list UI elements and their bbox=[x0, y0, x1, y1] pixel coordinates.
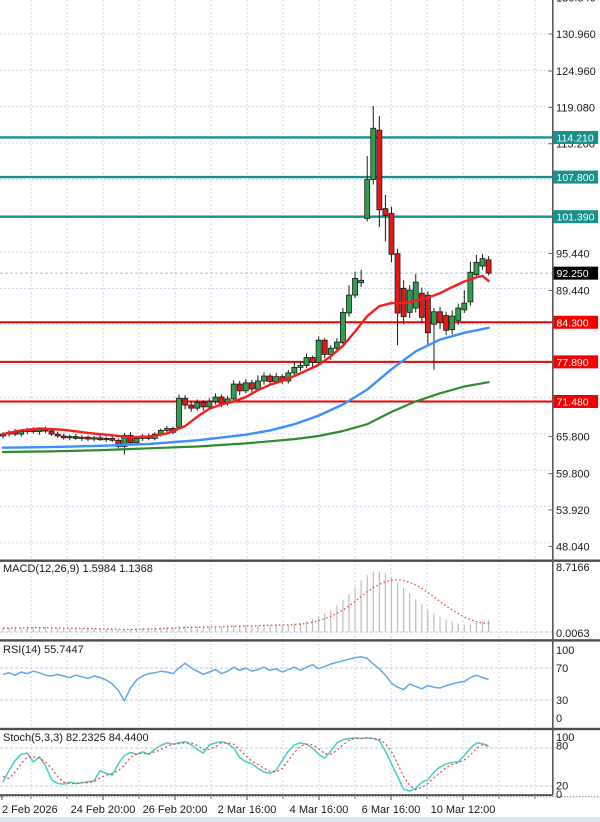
subpanel-scale-labels: 8.71660.00631007030010080200 bbox=[556, 562, 590, 801]
svg-text:0.0063: 0.0063 bbox=[556, 628, 590, 640]
svg-text:24 Feb 20:00: 24 Feb 20:00 bbox=[71, 804, 136, 816]
price-badges: 114.210 107.800 101.390 84.300 77.890 71.480 9… bbox=[554, 131, 599, 409]
time-axis-labels: 2 Feb 2026 24 Feb 20:00 26 Feb 20:00 2 Mar … bbox=[2, 795, 535, 816]
svg-text:0: 0 bbox=[556, 789, 562, 801]
svg-text:124.960: 124.960 bbox=[556, 66, 596, 78]
svg-text:4 Mar 16:00: 4 Mar 16:00 bbox=[290, 804, 349, 816]
svg-text:107.800: 107.800 bbox=[557, 172, 595, 184]
svg-text:101.390: 101.390 bbox=[557, 212, 595, 224]
svg-text:92.250: 92.250 bbox=[557, 268, 589, 280]
rsi-line bbox=[3, 657, 489, 701]
svg-text:26 Feb 20:00: 26 Feb 20:00 bbox=[143, 804, 208, 816]
svg-text:2 Mar 16:00: 2 Mar 16:00 bbox=[218, 804, 277, 816]
grid-layer bbox=[0, 0, 552, 795]
svg-text:95.440: 95.440 bbox=[556, 248, 590, 260]
svg-text:30: 30 bbox=[556, 695, 568, 707]
svg-text:114.210: 114.210 bbox=[557, 132, 594, 144]
svg-text:0: 0 bbox=[556, 713, 562, 725]
ma-fast-red-line bbox=[3, 276, 489, 437]
svg-text:71.480: 71.480 bbox=[557, 396, 589, 408]
svg-text:80: 80 bbox=[556, 741, 568, 753]
svg-text:70: 70 bbox=[556, 663, 568, 675]
svg-text:59.800: 59.800 bbox=[556, 469, 590, 481]
svg-text:84.300: 84.300 bbox=[557, 317, 589, 329]
trading-chart-window: 136.840130.960124.960119.080113.20095.44… bbox=[0, 0, 600, 822]
stoch-k-line bbox=[3, 738, 489, 791]
svg-text:53.920: 53.920 bbox=[556, 505, 590, 517]
macd-indicator-label: MACD(12,26,9) 1.5984 1.1368 bbox=[3, 563, 153, 575]
chart-canvas: 136.840130.960124.960119.080113.20095.44… bbox=[0, 0, 600, 822]
svg-text:77.890: 77.890 bbox=[557, 357, 589, 369]
stoch-indicator-label: Stoch(5,3,3) 82.2325 84.4400 bbox=[3, 732, 149, 744]
svg-text:8.7166: 8.7166 bbox=[556, 562, 590, 574]
svg-text:2 Feb 2026: 2 Feb 2026 bbox=[2, 804, 58, 816]
svg-text:10 Mar 12:00: 10 Mar 12:00 bbox=[431, 804, 496, 816]
panel-separators bbox=[0, 0, 600, 822]
svg-text:130.960: 130.960 bbox=[556, 29, 596, 41]
macd-histogram bbox=[3, 572, 489, 632]
level-lines bbox=[0, 137, 553, 401]
svg-text:65.800: 65.800 bbox=[556, 432, 590, 444]
svg-text:89.440: 89.440 bbox=[556, 286, 590, 298]
svg-text:6 Mar 16:00: 6 Mar 16:00 bbox=[362, 804, 421, 816]
svg-text:136.840: 136.840 bbox=[556, 0, 596, 5]
svg-text:100: 100 bbox=[556, 645, 574, 657]
stoch-d-line bbox=[3, 738, 489, 790]
rsi-indicator-label: RSI(14) 55.7447 bbox=[3, 644, 84, 656]
svg-text:48.040: 48.040 bbox=[556, 541, 590, 553]
svg-text:119.080: 119.080 bbox=[556, 102, 595, 114]
